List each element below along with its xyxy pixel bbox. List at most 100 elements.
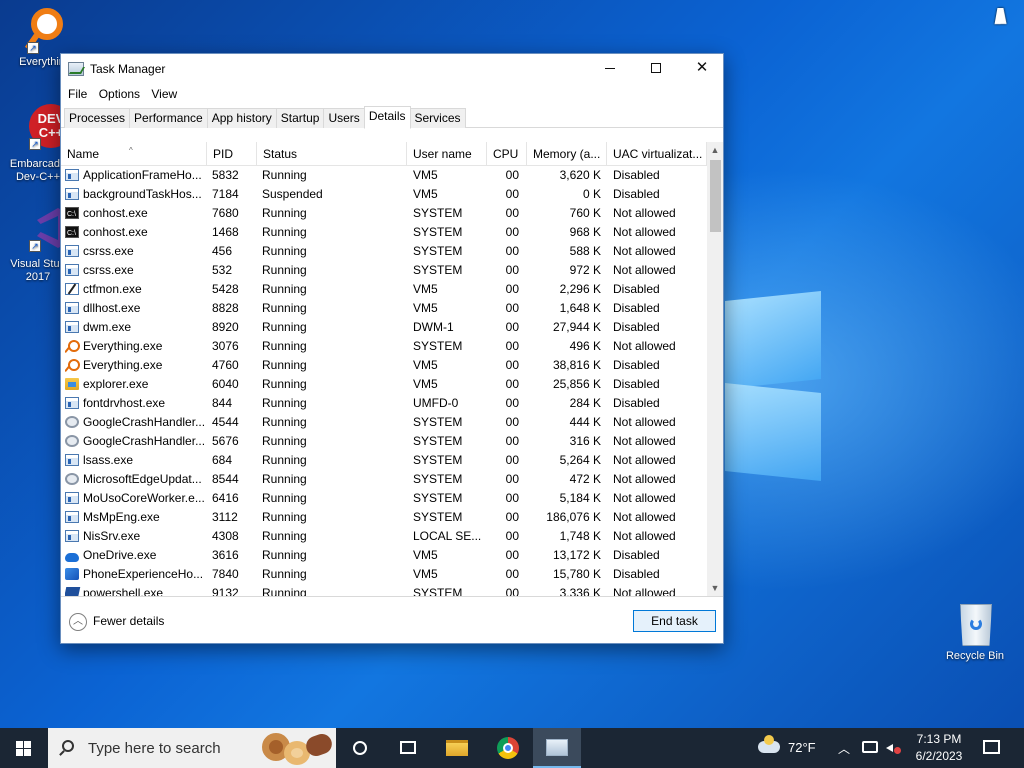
memory-cell: 472 K [569, 472, 601, 486]
table-row[interactable]: backgroundTaskHos... 7184 Suspended VM5 00 0 … [61, 185, 723, 204]
maximize-button[interactable] [633, 54, 679, 84]
chrome-icon [497, 737, 519, 759]
memory-cell: 25,856 K [552, 377, 601, 391]
scroll-down-arrow-icon[interactable]: ▼ [707, 580, 723, 596]
table-row[interactable]: csrss.exe 456 Running SYSTEM 00 588 K Not allo… [61, 242, 723, 261]
process-name-cell: csrss.exe [65, 242, 207, 261]
pid-cell: 8828 [212, 301, 239, 315]
process-name-cell: GoogleCrashHandler... [65, 432, 207, 451]
vertical-scrollbar[interactable]: ▲ ▼ [707, 142, 723, 596]
column-header-status[interactable]: Status [257, 142, 407, 166]
window-title: Task Manager [90, 62, 166, 76]
cpu-cell: 00 [505, 244, 519, 258]
table-row[interactable]: ApplicationFrameHo... 5832 Running VM5 00 3,6… [61, 166, 723, 185]
tab-users[interactable]: Users [323, 108, 365, 128]
process-name: PhoneExperienceHo... [83, 567, 204, 581]
table-row[interactable]: ctfmon.exe 5428 Running VM5 00 2,296 K Disable… [61, 280, 723, 299]
weather-widget[interactable]: 72°F [752, 728, 822, 768]
console-icon [65, 205, 79, 223]
tab-processes[interactable]: Processes [64, 108, 131, 128]
close-button[interactable]: ✕ [679, 54, 725, 84]
taskbar: Type here to search 72°F ︿ 7:13 PM 6/2/2… [0, 728, 1024, 768]
app-window-icon [65, 397, 79, 409]
status-cell: Running [262, 377, 307, 391]
task-view-button[interactable] [384, 728, 432, 768]
start-button[interactable] [0, 728, 48, 768]
memory-cell: 760 K [569, 206, 601, 220]
tab-app-history[interactable]: App history [206, 108, 277, 128]
table-row[interactable]: powershell.exe 9132 Running SYSTEM 00 3,336 K… [61, 584, 723, 596]
table-row[interactable]: csrss.exe 532 Running SYSTEM 00 972 K Not allo… [61, 261, 723, 280]
taskbar-chrome[interactable] [484, 728, 532, 768]
status-cell: Running [262, 263, 307, 277]
tab-performance[interactable]: Performance [129, 108, 208, 128]
minimize-button[interactable] [587, 54, 633, 84]
table-row[interactable]: conhost.exe 1468 Running SYSTEM 00 968 K Not a… [61, 223, 723, 242]
menu-view[interactable]: View [147, 84, 181, 104]
taskbar-task-manager[interactable] [533, 728, 581, 768]
tab-startup[interactable]: Startup [275, 108, 325, 128]
menu-file[interactable]: File [64, 84, 91, 104]
table-row[interactable]: Everything.exe 3076 Running SYSTEM 00 496 K No… [61, 337, 723, 356]
cpu-cell: 00 [505, 320, 519, 334]
table-row[interactable]: MoUsoCoreWorker.e... 6416 Running SYSTEM 00 5… [61, 489, 723, 508]
status-cell: Running [262, 434, 307, 448]
title-bar[interactable]: Task Manager ✕ [61, 54, 723, 84]
table-row[interactable]: lsass.exe 684 Running SYSTEM 00 5,264 K Not al… [61, 451, 723, 470]
scrollbar-thumb[interactable] [710, 160, 721, 232]
everything-key-icon [65, 359, 80, 371]
end-task-button[interactable]: End task [633, 610, 716, 632]
user-name-cell: SYSTEM [413, 472, 463, 486]
taskbar-search-box[interactable]: Type here to search [48, 728, 336, 768]
pid-cell: 844 [212, 396, 233, 410]
app-window-icon [65, 302, 79, 314]
taskbar-clock[interactable]: 7:13 PM 6/2/2023 [908, 731, 970, 765]
tab-services[interactable]: Services [409, 108, 466, 128]
show-hidden-icons-button[interactable]: ︿ [836, 740, 852, 756]
table-row[interactable]: GoogleCrashHandler... 4544 Running SYSTEM 00… [61, 413, 723, 432]
table-row[interactable]: dwm.exe 8920 Running DWM-1 00 27,944 K Disable… [61, 318, 723, 337]
taskbar-file-explorer[interactable] [432, 728, 480, 768]
uac-cell: Disabled [613, 358, 660, 372]
table-row[interactable]: dllhost.exe 8828 Running VM5 00 1,648 K Disabl… [61, 299, 723, 318]
table-row[interactable]: explorer.exe 6040 Running VM5 00 25,856 K Disa… [61, 375, 723, 394]
fewer-details-button[interactable]: ︿ Fewer details [69, 611, 164, 631]
desktop-icon-recycle-bin[interactable]: Recycle Bin [937, 602, 1013, 663]
process-name: powershell.exe [83, 586, 164, 596]
table-row[interactable]: NisSrv.exe 4308 Running LOCAL SE... 00 1,748 … [61, 527, 723, 546]
table-row[interactable]: OneDrive.exe 3616 Running VM5 00 13,172 K Disa… [61, 546, 723, 565]
tab-details[interactable]: Details [363, 106, 411, 129]
table-row[interactable]: Everything.exe 4760 Running VM5 00 38,816 K Di… [61, 356, 723, 375]
table-row[interactable]: GoogleCrashHandler... 5676 Running SYSTEM 00… [61, 432, 723, 451]
network-icon[interactable] [862, 741, 878, 753]
column-header-cpu[interactable]: CPU [487, 142, 527, 166]
column-header-uac[interactable]: UAC virtualizat... [607, 142, 707, 166]
menu-options[interactable]: Options [95, 84, 144, 104]
process-name: MicrosoftEdgeUpdat... [83, 472, 202, 486]
table-row[interactable]: conhost.exe 7680 Running SYSTEM 00 760 K Not a… [61, 204, 723, 223]
volume-muted-icon[interactable] [886, 741, 902, 755]
table-row[interactable]: PhoneExperienceHo... 7840 Running VM5 00 15,7… [61, 565, 723, 584]
column-header-memory[interactable]: Memory (a... [527, 142, 607, 166]
column-header-pid[interactable]: PID [207, 142, 257, 166]
cortana-button[interactable] [336, 728, 384, 768]
pid-cell: 3616 [212, 548, 239, 562]
shortcut-arrow-icon: ↗ [27, 42, 39, 54]
pid-cell: 456 [212, 244, 233, 258]
pid-cell: 7680 [212, 206, 239, 220]
table-row[interactable]: MsMpEng.exe 3112 Running SYSTEM 00 186,076 K N… [61, 508, 723, 527]
column-header-name[interactable]: Name ^ [61, 142, 207, 166]
cpu-cell: 00 [505, 282, 519, 296]
cpu-cell: 00 [505, 472, 519, 486]
notifications-button[interactable] [972, 728, 1012, 768]
column-header-user-name[interactable]: User name [407, 142, 487, 166]
process-name-cell: PhoneExperienceHo... [65, 565, 207, 584]
search-placeholder: Type here to search [88, 740, 221, 757]
onedrive-cloud-icon [65, 553, 79, 562]
tab-strip: Processes Performance App history Startup Us… [61, 106, 723, 129]
scroll-up-arrow-icon[interactable]: ▲ [707, 142, 723, 158]
status-cell: Running [262, 301, 307, 315]
table-row[interactable]: MicrosoftEdgeUpdat... 8544 Running SYSTEM 00… [61, 470, 723, 489]
table-row[interactable]: fontdrvhost.exe 844 Running UMFD-0 00 284 K Di… [61, 394, 723, 413]
app-window-icon [65, 264, 79, 276]
